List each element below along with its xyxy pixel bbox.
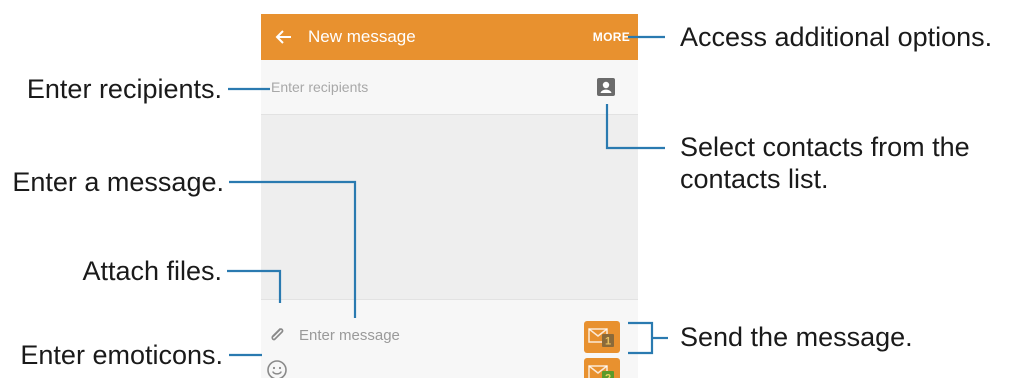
sim-number: 2 <box>605 373 611 378</box>
app-bar-title: New message <box>308 27 416 46</box>
callout-enter-recipients: Enter recipients. <box>26 74 222 104</box>
more-button[interactable]: MORE <box>593 30 630 44</box>
message-input[interactable] <box>299 325 539 345</box>
callout-enter-message: Enter a message. <box>12 167 224 197</box>
recipients-bar <box>261 60 638 115</box>
callout-attach-files: Attach files. <box>82 256 222 286</box>
callout-enter-emoticons: Enter emoticons. <box>20 340 223 370</box>
callout-more-options: Access additional options. <box>680 22 993 52</box>
send-sim2-button[interactable]: 2 <box>584 358 620 378</box>
recipients-input[interactable] <box>271 77 571 97</box>
smiley-icon[interactable] <box>266 359 288 378</box>
contact-card-icon[interactable] <box>597 78 615 96</box>
callout-select-contacts-line1: Select contacts from the <box>680 132 970 162</box>
arrow-left-icon[interactable] <box>271 24 297 50</box>
paperclip-icon[interactable] <box>267 325 287 345</box>
composer-bar: 1 2 <box>261 299 638 378</box>
conversation-area <box>261 115 638 299</box>
phone-screen: New message MORE 1 <box>261 14 638 378</box>
envelope-send-icon: 2 <box>588 365 614 378</box>
callout-send-message: Send the message. <box>680 322 913 352</box>
send-sim1-button[interactable]: 1 <box>584 321 620 353</box>
app-bar: New message MORE <box>261 14 638 60</box>
envelope-send-icon: 1 <box>588 328 614 348</box>
callout-select-contacts-line2: contacts list. <box>680 164 829 194</box>
sim-number: 1 <box>605 336 611 348</box>
